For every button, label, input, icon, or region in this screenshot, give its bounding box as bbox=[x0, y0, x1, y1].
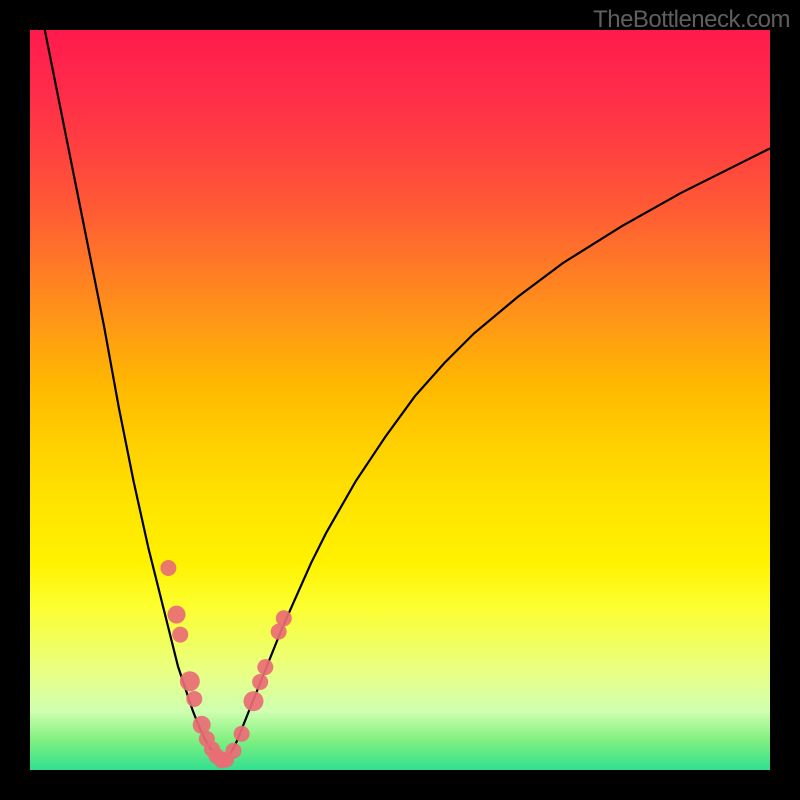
data-point bbox=[180, 671, 200, 691]
data-point bbox=[276, 610, 292, 626]
watermark-text: TheBottleneck.com bbox=[593, 6, 790, 34]
data-point bbox=[168, 606, 186, 624]
data-point bbox=[252, 674, 268, 690]
data-point bbox=[243, 691, 263, 711]
plot-area bbox=[30, 30, 770, 770]
curve-left bbox=[45, 30, 223, 763]
data-point bbox=[226, 743, 242, 759]
curve-right bbox=[222, 148, 770, 762]
data-points bbox=[160, 560, 291, 768]
data-point bbox=[257, 659, 273, 675]
chart-svg bbox=[30, 30, 770, 770]
data-point bbox=[186, 691, 202, 707]
data-point bbox=[172, 627, 188, 643]
data-point bbox=[234, 726, 250, 742]
data-point bbox=[160, 560, 176, 576]
